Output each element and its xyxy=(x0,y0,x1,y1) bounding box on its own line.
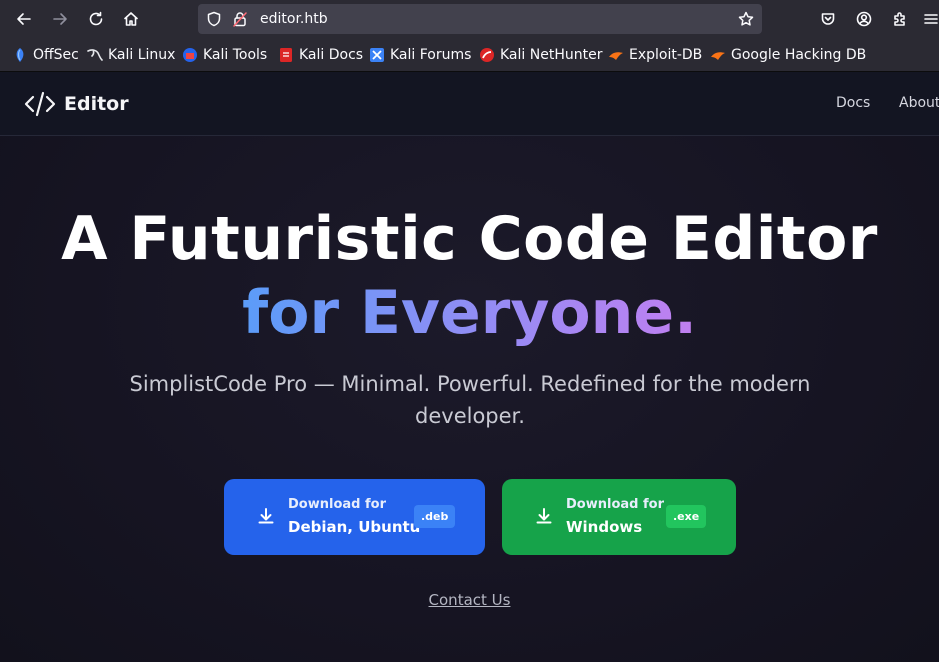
exploit-db-icon xyxy=(608,47,624,63)
logo-text: Editor xyxy=(64,93,129,115)
url-bar[interactable]: editor.htb xyxy=(198,4,762,34)
kali-docs-icon xyxy=(278,47,294,63)
account-button[interactable] xyxy=(850,5,878,33)
download-debian-button[interactable]: Download for Debian, Ubuntu .deb xyxy=(224,479,485,555)
bookmarks-toolbar: OffSec Kali Linux Kali Tools Kali Docs K… xyxy=(0,38,939,72)
reload-icon xyxy=(89,11,103,26)
kali-forums-icon xyxy=(369,47,385,63)
hero-title-gradient-text: for Everyone. xyxy=(242,278,697,348)
reload-button[interactable] xyxy=(82,5,110,33)
hero-subtitle: SimplistCode Pro — Minimal. Powerful. Re… xyxy=(129,372,811,428)
download-icon xyxy=(535,507,553,525)
browser-toolbar: editor.htb xyxy=(0,0,939,38)
account-icon xyxy=(856,11,872,27)
site-header: Editor Docs About xyxy=(0,72,939,136)
deb-badge: .deb xyxy=(414,505,456,528)
kali-dragon-icon xyxy=(87,47,103,63)
home-button[interactable] xyxy=(117,5,145,33)
download-windows-caption: Download for xyxy=(566,497,664,512)
download-icon xyxy=(257,507,275,525)
arrow-left-icon xyxy=(17,13,31,25)
hamburger-menu-icon xyxy=(923,14,938,24)
star-icon[interactable] xyxy=(738,11,754,27)
download-windows-platform: Windows xyxy=(566,518,643,536)
kali-tools-icon xyxy=(182,47,198,63)
home-icon xyxy=(124,12,138,26)
bookmark-google-hacking-db[interactable]: Google Hacking DB xyxy=(710,46,866,64)
extensions-button[interactable] xyxy=(886,5,914,33)
url-text[interactable]: editor.htb xyxy=(260,11,328,27)
arrow-right-icon xyxy=(53,13,67,25)
google-hacking-db-icon xyxy=(710,47,726,63)
bookmark-kali-linux[interactable]: Kali Linux xyxy=(87,46,175,64)
puzzle-icon xyxy=(894,12,905,26)
nav-link-docs[interactable]: Docs xyxy=(836,95,870,111)
insecure-lock-icon[interactable] xyxy=(232,11,248,27)
forward-button[interactable] xyxy=(46,5,74,33)
kali-nethunter-icon xyxy=(479,47,495,63)
exe-badge: .exe xyxy=(666,505,707,528)
bookmark-offsec[interactable]: OffSec xyxy=(12,46,79,64)
site-logo[interactable]: Editor xyxy=(24,90,129,118)
menu-button[interactable] xyxy=(922,5,939,33)
hero-title-line1: A Futuristic Code Editor xyxy=(61,204,878,274)
bookmark-kali-nethunter[interactable]: Kali NetHunter xyxy=(479,46,602,64)
page-content: Editor Docs About A Futuristic Code Edit… xyxy=(0,72,939,662)
download-debian-platform: Debian, Ubuntu xyxy=(288,518,421,536)
bookmark-kali-forums[interactable]: Kali Forums xyxy=(369,46,471,64)
pocket-icon xyxy=(821,13,835,25)
contact-us-link[interactable]: Contact Us xyxy=(0,591,939,609)
download-debian-caption: Download for xyxy=(288,497,386,512)
bookmark-exploit-db[interactable]: Exploit-DB xyxy=(608,46,702,64)
bookmark-kali-tools[interactable]: Kali Tools xyxy=(182,46,267,64)
offsec-favicon-icon xyxy=(12,47,28,63)
shield-icon[interactable] xyxy=(206,11,222,27)
nav-link-about[interactable]: About xyxy=(899,95,939,111)
back-button[interactable] xyxy=(10,5,38,33)
hero-title-line2: for Everyone. xyxy=(0,278,939,348)
bookmark-kali-docs[interactable]: Kali Docs xyxy=(278,46,363,64)
code-brackets-icon xyxy=(24,91,56,117)
download-windows-button[interactable]: Download for Windows .exe xyxy=(502,479,736,555)
pocket-button[interactable] xyxy=(814,5,842,33)
